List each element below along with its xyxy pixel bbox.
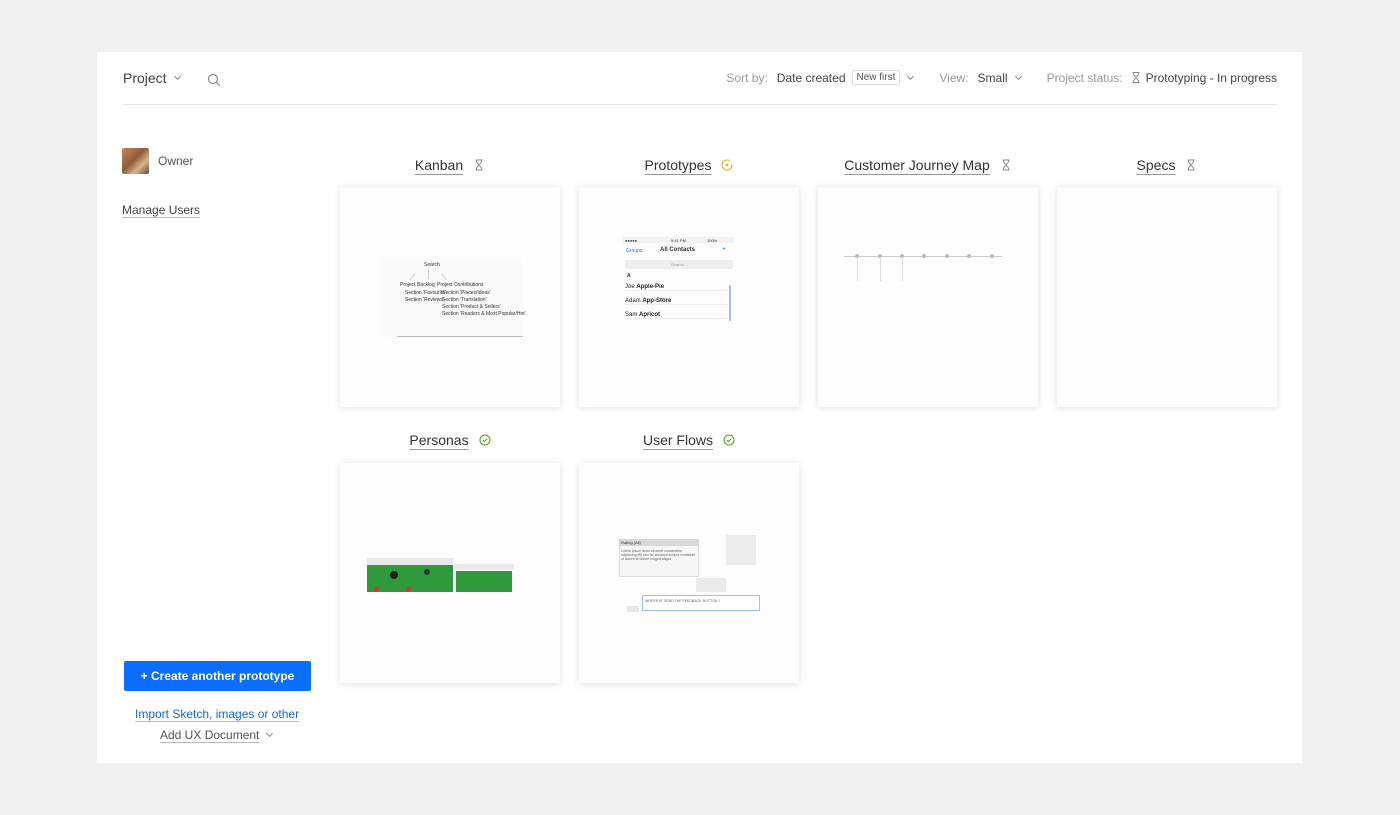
card-title-specs: Specs	[1057, 155, 1277, 175]
ios-status-battery: 100%	[707, 238, 718, 243]
thumbnail-personas[interactable]	[340, 463, 560, 683]
ios-nav-groups: Groups	[626, 248, 643, 254]
manage-users-link[interactable]: Manage Users	[122, 203, 200, 217]
approved-icon	[479, 434, 491, 446]
main-panel: Project Sort by: Date created New first …	[97, 52, 1302, 763]
import-link[interactable]: Import Sketch, images or other	[135, 707, 299, 721]
card-title-journey-map: Customer Journey Map	[818, 155, 1038, 175]
add-ux-document-dropdown[interactable]: Add UX Document	[160, 728, 274, 742]
ios-section-header: A	[627, 273, 631, 279]
project-status-value[interactable]: Prototyping - In progress	[1132, 71, 1277, 85]
avatar[interactable]	[122, 148, 149, 174]
thumbnail-journey-map[interactable]	[818, 187, 1038, 407]
card-title-user-flows: User Flows	[579, 430, 799, 450]
flow-box-text: Lorem ipsum dolor sit amet consectetur a…	[621, 549, 696, 561]
approved-icon	[723, 434, 735, 446]
view-label: View:	[939, 70, 969, 85]
card-title-link[interactable]: Kanban	[415, 157, 463, 173]
contact-row: Joe Apple-Pie	[625, 284, 731, 291]
thumbnail-prototypes[interactable]: ●●●●● 9:41 PM 100% Groups All Contacts +…	[579, 187, 799, 407]
create-prototype-button[interactable]: + Create another prototype	[124, 661, 311, 691]
owner-block: Owner	[122, 148, 193, 174]
card-title-personas: Personas	[340, 430, 560, 450]
card-title-link[interactable]: Prototypes	[645, 157, 712, 173]
search-icon[interactable]	[207, 73, 221, 87]
thumbnail-user-flows[interactable]: Rating (All) Lorem ipsum dolor sit amet …	[579, 463, 799, 683]
card-title-link[interactable]: Specs	[1137, 157, 1176, 173]
kanban-root: Search	[424, 262, 440, 268]
card-title-link[interactable]: Personas	[409, 432, 468, 448]
kanban-right-item: Section 'Readers & Most Popular/Hot'	[442, 311, 526, 317]
ios-nav-title: All Contacts	[660, 247, 696, 253]
kanban-right-group: Project Contributions	[437, 282, 484, 288]
toolbar-controls: Sort by: Date created New first View: Sm…	[726, 70, 1277, 85]
kanban-right-item: Section 'Translation'	[442, 297, 487, 303]
chevron-down-icon	[1014, 72, 1022, 80]
sort-order-badge[interactable]: New first	[851, 70, 901, 85]
chevron-down-icon	[907, 72, 915, 80]
sort-label: Sort by:	[726, 70, 768, 85]
kanban-right-item: Section 'Places/Ideas'	[442, 290, 491, 296]
add-ux-label: Add UX Document	[160, 728, 260, 742]
kanban-left-group: Project Backlog	[400, 282, 435, 288]
contact-row: Adam App-Store	[625, 298, 731, 305]
ios-nav-add: +	[722, 246, 727, 253]
sort-value: Date created	[776, 70, 846, 85]
ios-status-left: ●●●●●	[625, 238, 638, 243]
card-title-prototypes: Prototypes	[579, 155, 799, 175]
ios-search-placeholder: Search	[671, 262, 684, 267]
project-status-text: Prototyping - In progress	[1145, 70, 1277, 85]
kanban-left-item: Section 'Favourite'	[405, 290, 446, 296]
owner-label: Owner	[158, 154, 194, 168]
chevron-down-icon	[266, 729, 274, 738]
card-title-kanban: Kanban	[340, 155, 560, 175]
in-review-icon	[721, 159, 734, 171]
sort-dropdown[interactable]: Date created New first	[776, 70, 915, 85]
kanban-right-item: Section 'Product & Sellers'	[442, 304, 501, 310]
ios-status-time: 9:41 PM	[671, 238, 686, 243]
kanban-left-item: Section 'Reviews'	[405, 297, 444, 303]
status-label: Project status:	[1046, 70, 1123, 85]
thumbnail-specs[interactable]	[1057, 187, 1277, 407]
project-label: Project	[123, 70, 167, 86]
thumbnail-kanban[interactable]: Search Project Backlog Section 'Favourit…	[340, 187, 560, 407]
hourglass-icon	[1187, 159, 1195, 171]
hourglass-icon	[475, 159, 483, 171]
card-title-link[interactable]: Customer Journey Map	[844, 157, 990, 173]
view-dropdown[interactable]: Small	[977, 70, 1022, 85]
card-title-link[interactable]: User Flows	[643, 432, 713, 448]
flow-box-title: Rating (All)	[621, 540, 641, 545]
hourglass-icon	[1132, 72, 1140, 83]
contact-row: Sam Apricot	[625, 312, 731, 319]
view-value: Small	[977, 70, 1008, 85]
hourglass-icon	[1002, 159, 1010, 171]
chevron-down-icon	[173, 72, 181, 81]
top-bar: Project Sort by: Date created New first …	[123, 52, 1277, 105]
project-menu[interactable]: Project	[123, 70, 181, 86]
flow-input-text: WHERE IS 'SEND THE FEEDBACK' BUTTON ?	[645, 599, 721, 603]
